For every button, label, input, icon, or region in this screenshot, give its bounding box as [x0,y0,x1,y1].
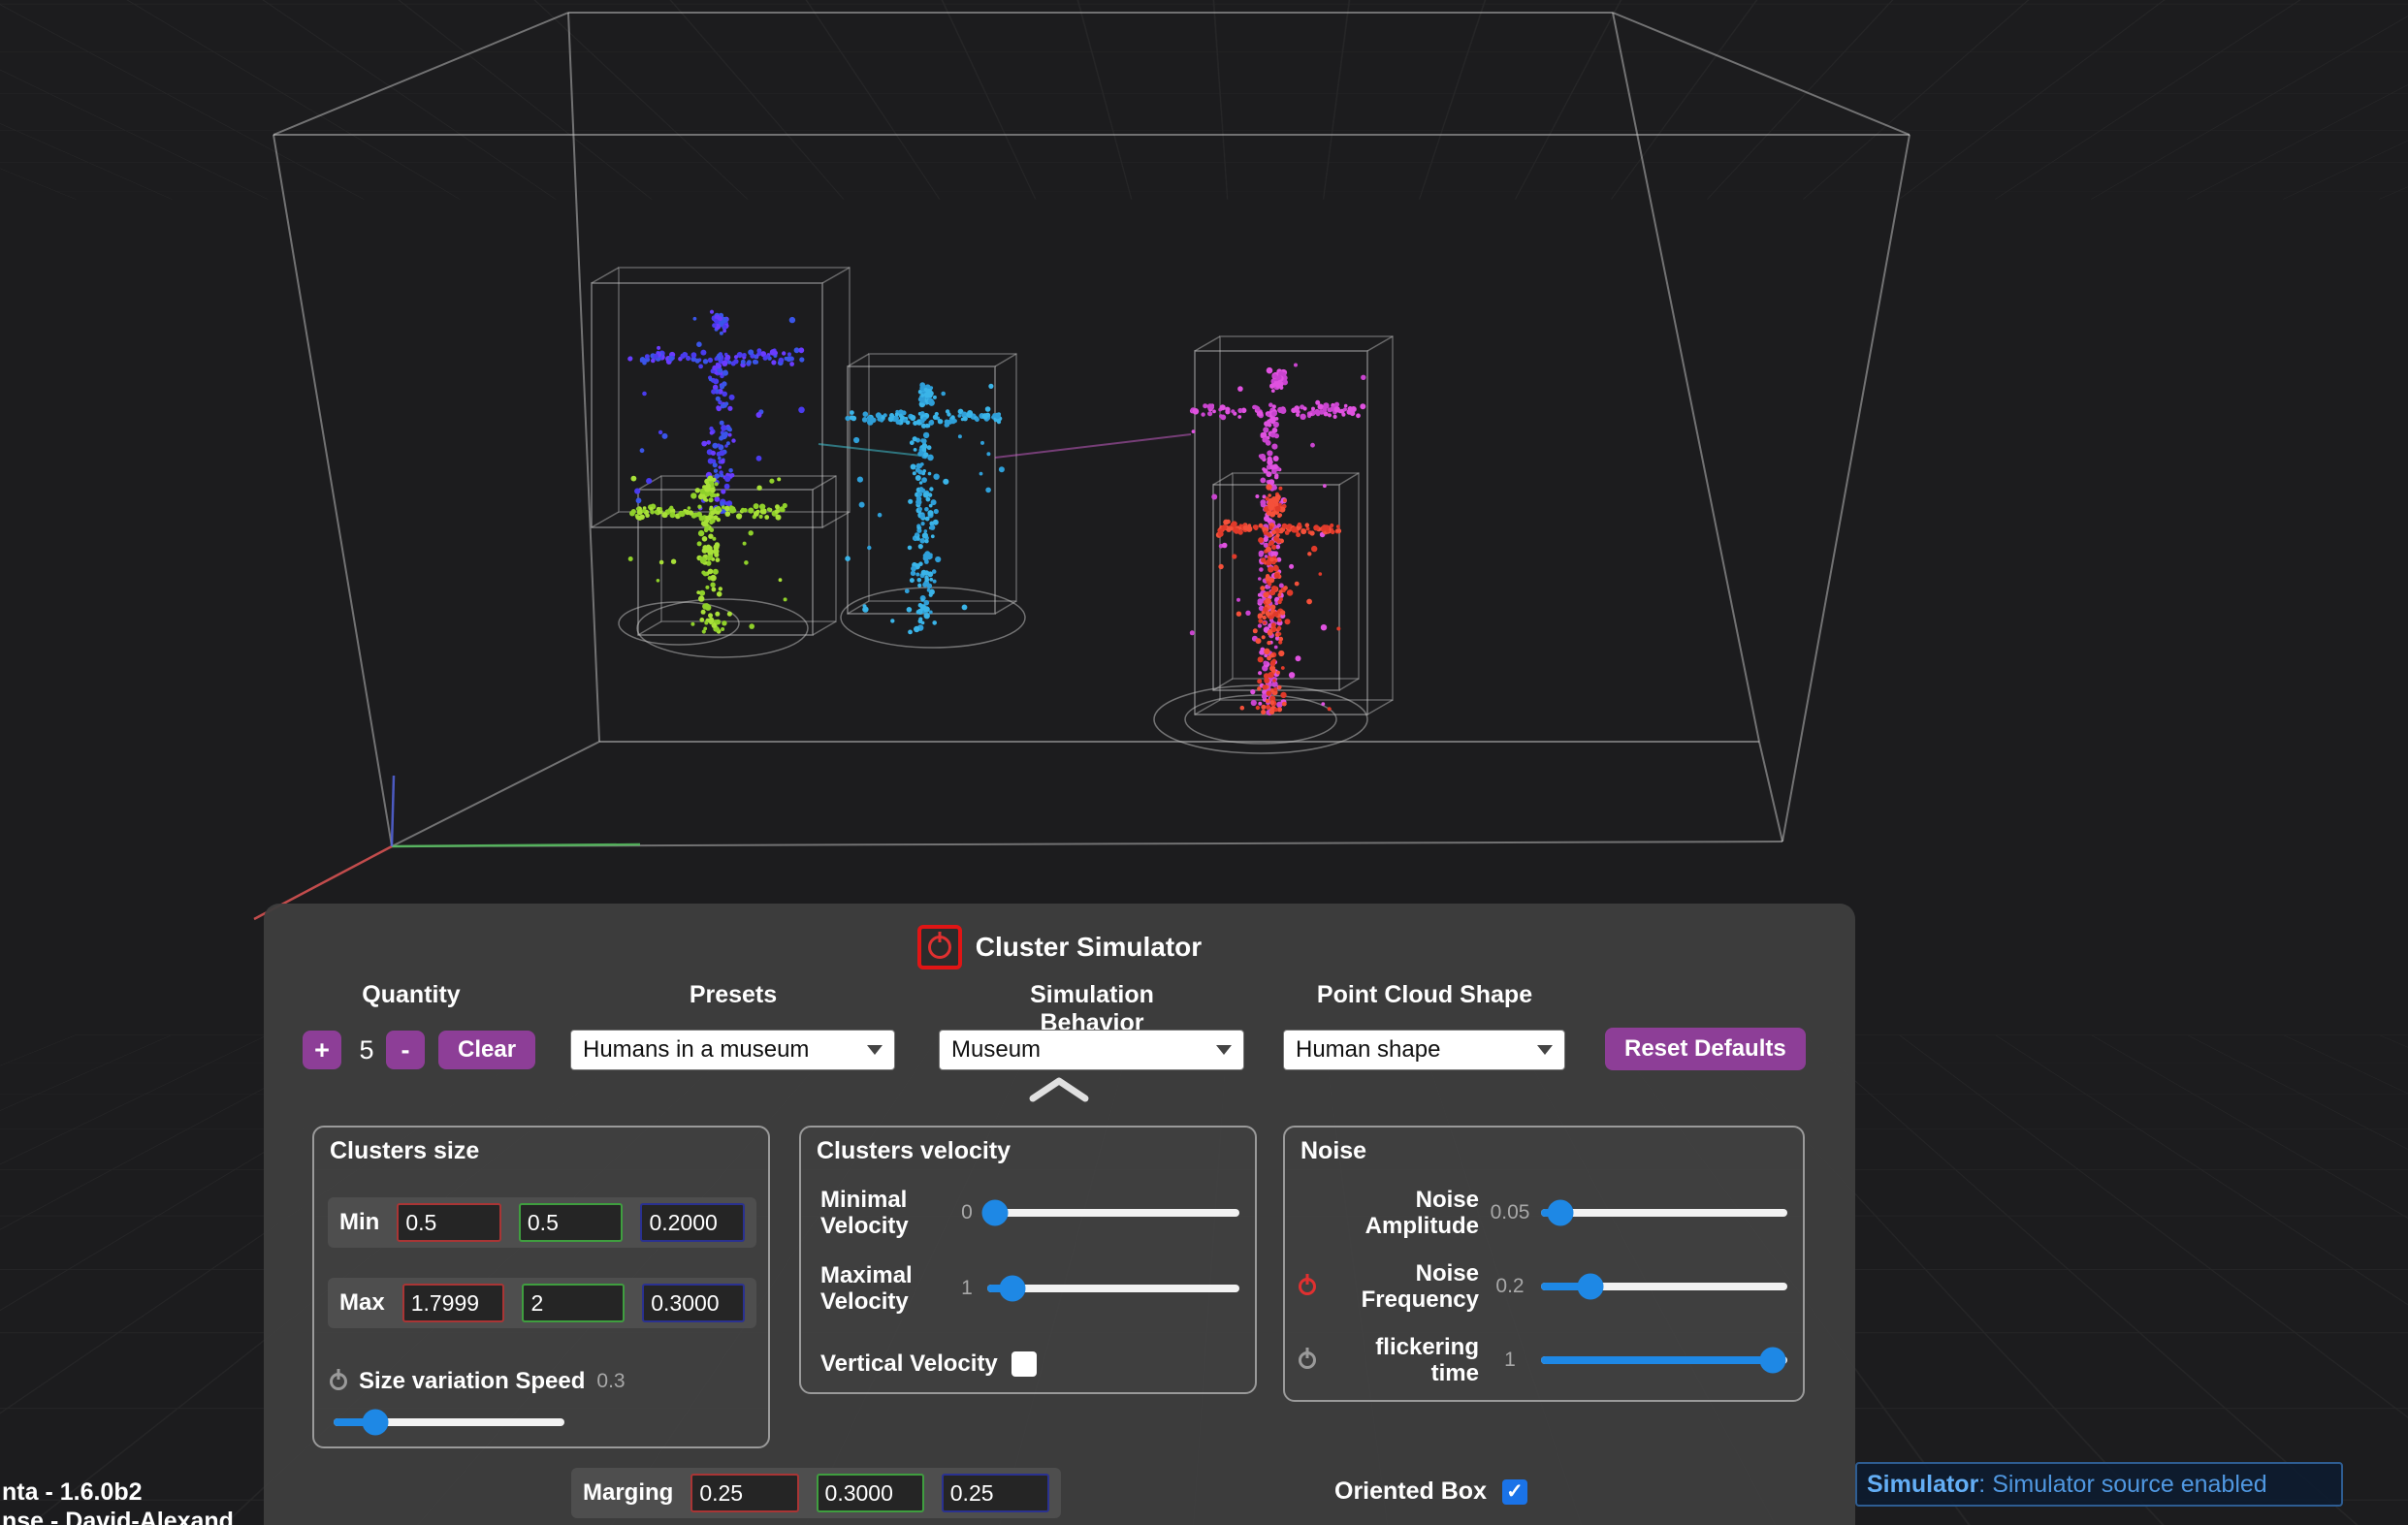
max-z-input[interactable]: 0.3000 [642,1284,745,1322]
shape-label: Point Cloud Shape [1313,981,1536,1009]
behavior-select-value: Museum [951,1036,1041,1064]
power-icon[interactable] [1299,1278,1316,1295]
flickering-time-slider[interactable] [1541,1356,1787,1364]
chevron-down-icon [1216,1045,1232,1055]
flickering-time-label: flickering time [1332,1334,1479,1386]
shape-select-value: Human shape [1296,1036,1440,1064]
size-variation-label: Size variation Speed [359,1368,585,1395]
min-velocity-label: Minimal Velocity [820,1187,947,1239]
size-variation-row: Size variation Speed 0.3 [330,1368,747,1395]
marging-row: Marging 0.25 0.3000 0.25 [571,1468,1061,1518]
size-variation-slider[interactable] [334,1418,564,1426]
status-prefix: Simulator [1867,1471,1978,1499]
max-label: Max [339,1289,385,1317]
power-icon[interactable] [1299,1351,1316,1369]
presets-label: Presets [656,981,811,1009]
noise-frequency-row: Noise Frequency 0.2 [1299,1259,1787,1314]
max-velocity-row: Maximal Velocity 1 [820,1261,1239,1316]
app-root: Cluster Simulator Quantity Presets Simul… [0,0,2408,1525]
min-velocity-slider[interactable] [987,1209,1239,1217]
size-variation-value: 0.3 [596,1370,625,1393]
noise-amplitude-label: Noise Amplitude [1332,1187,1479,1239]
presets-select-value: Humans in a museum [583,1036,809,1064]
noise-frequency-value: 0.2 [1479,1275,1541,1298]
presets-select[interactable]: Humans in a museum [570,1030,895,1070]
quantity-value: 5 [353,1035,380,1065]
noise-amplitude-row: Noise Amplitude 0.05 [1299,1186,1787,1240]
reset-defaults-button[interactable]: Reset Defaults [1605,1028,1806,1070]
min-z-input[interactable]: 0.2000 [640,1203,745,1242]
clusters-velocity-title: Clusters velocity [817,1137,1011,1165]
quantity-minus-button[interactable]: - [386,1031,425,1069]
oriented-box-row: Oriented Box [1334,1477,1527,1506]
min-x-input[interactable]: 0.5 [397,1203,501,1242]
marging-z-input[interactable]: 0.25 [942,1474,1049,1512]
max-velocity-label: Maximal Velocity [820,1262,947,1315]
quantity-plus-button[interactable]: + [303,1031,341,1069]
quantity-label: Quantity [334,981,489,1009]
chevron-down-icon [867,1045,883,1055]
slider-handle[interactable] [981,1200,1008,1226]
slider-handle[interactable] [362,1410,388,1436]
version-overlay: nta - 1.6.0b2 nse - David-Alexand [2,1477,234,1525]
collapse-chevron-icon[interactable] [1028,1076,1090,1103]
marging-y-input[interactable]: 0.3000 [817,1474,924,1512]
slider-handle[interactable] [1548,1200,1574,1226]
shape-select[interactable]: Human shape [1283,1030,1565,1070]
slider-handle[interactable] [1000,1276,1026,1302]
min-size-row: Min 0.5 0.5 0.2000 [328,1197,756,1248]
noise-panel: Noise Noise Amplitude 0.05 Noise Frequen… [1283,1126,1805,1402]
noise-frequency-slider[interactable] [1541,1283,1787,1290]
status-bar: Simulator: Simulator source enabled [1855,1462,2343,1507]
oriented-box-label: Oriented Box [1334,1477,1487,1506]
clusters-size-panel: Clusters size Min 0.5 0.5 0.2000 Max 1.7… [312,1126,770,1448]
oriented-box-checkbox[interactable] [1502,1479,1527,1505]
vertical-velocity-label: Vertical Velocity [820,1350,998,1378]
marging-x-input[interactable]: 0.25 [690,1474,798,1512]
noise-title: Noise [1300,1137,1366,1165]
min-y-input[interactable]: 0.5 [519,1203,624,1242]
noise-amplitude-slider[interactable] [1541,1209,1787,1217]
noise-frequency-label: Noise Frequency [1332,1260,1479,1313]
max-y-input[interactable]: 2 [522,1284,625,1322]
min-label: Min [339,1209,379,1236]
max-velocity-value: 1 [947,1277,987,1300]
clusters-size-title: Clusters size [330,1137,479,1165]
slider-handle[interactable] [1577,1274,1603,1300]
clusters-velocity-panel: Clusters velocity Minimal Velocity 0 Max… [799,1126,1257,1394]
chevron-down-icon [1537,1045,1553,1055]
version-line-1: nta - 1.6.0b2 [2,1477,234,1507]
power-icon[interactable] [330,1373,347,1390]
cluster-simulator-panel: Cluster Simulator Quantity Presets Simul… [264,904,1855,1525]
slider-handle[interactable] [1759,1348,1785,1374]
noise-amplitude-value: 0.05 [1479,1201,1541,1224]
vertical-velocity-row: Vertical Velocity [820,1337,1239,1391]
max-velocity-slider[interactable] [987,1285,1239,1292]
panel-title: Cluster Simulator [976,932,1202,963]
behavior-select[interactable]: Museum [939,1030,1244,1070]
slider-fill [1541,1356,1773,1364]
vertical-velocity-checkbox[interactable] [1011,1351,1037,1377]
max-x-input[interactable]: 1.7999 [402,1284,505,1322]
panel-title-row: Cluster Simulator [264,925,1855,969]
power-icon [928,936,951,959]
simulator-power-toggle[interactable] [917,925,962,969]
marging-label: Marging [583,1479,673,1507]
flickering-time-value: 1 [1479,1349,1541,1372]
version-line-2: nse - David-Alexand [2,1507,234,1525]
max-size-row: Max 1.7999 2 0.3000 [328,1278,756,1328]
flickering-time-row: flickering time 1 [1299,1333,1787,1387]
min-velocity-row: Minimal Velocity 0 [820,1186,1239,1240]
clear-button[interactable]: Clear [438,1031,535,1069]
status-text: : Simulator source enabled [1978,1471,2266,1499]
